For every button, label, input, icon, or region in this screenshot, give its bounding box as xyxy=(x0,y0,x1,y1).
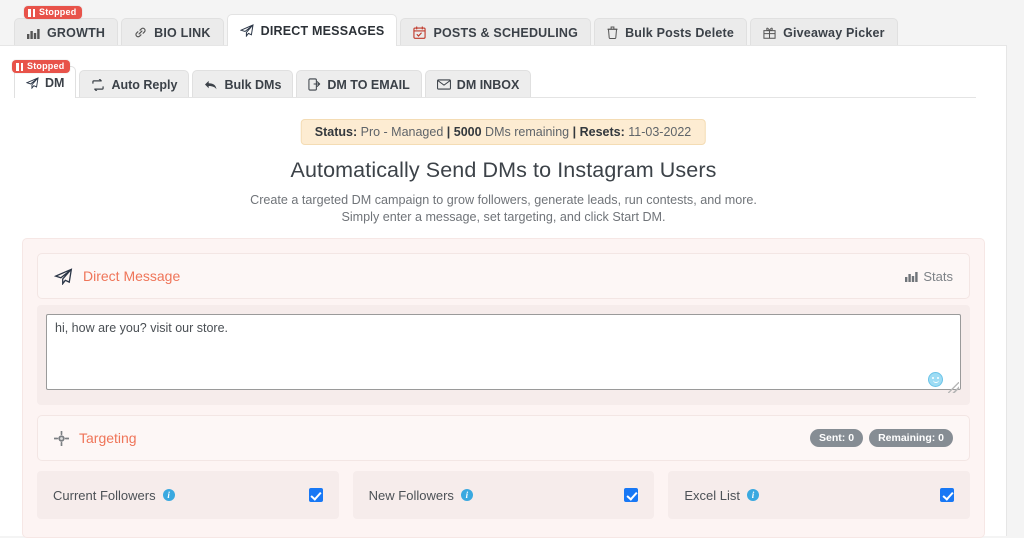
trash-icon xyxy=(607,26,618,39)
info-icon[interactable]: i xyxy=(162,489,175,501)
stats-button-label: Stats xyxy=(923,268,953,284)
reply-all-icon xyxy=(204,79,218,91)
option-new-followers-label: New Followers xyxy=(368,487,454,503)
info-icon[interactable]: i xyxy=(746,489,759,501)
message-editor xyxy=(37,305,970,405)
paper-plane-icon xyxy=(239,24,254,37)
mobile-share-icon xyxy=(308,78,321,91)
stopped-badge-sub-label: Stopped xyxy=(27,61,65,71)
page-heading: Automatically Send DMs to Instagram User… xyxy=(0,158,1007,226)
tab-posts-scheduling[interactable]: POSTS & SCHEDULING xyxy=(400,18,592,46)
status-plan: Pro - Managed xyxy=(360,125,444,139)
tab-bio-link[interactable]: BIO LINK xyxy=(121,18,224,46)
smiley-icon[interactable] xyxy=(928,372,943,387)
envelope-icon xyxy=(436,79,451,90)
paper-plane-icon xyxy=(54,267,73,285)
sub-tabs: DM Auto Reply Bulk DMs DM TO EMAIL DM IN xyxy=(14,66,534,98)
pause-icon xyxy=(16,62,23,71)
option-current-followers[interactable]: Current Followers i xyxy=(37,471,339,519)
status-separator-1: | xyxy=(446,125,451,139)
subtab-auto-reply[interactable]: Auto Reply xyxy=(79,70,190,98)
tab-giveaway-picker-label: Giveaway Picker xyxy=(783,25,885,40)
option-excel-list-checkbox[interactable] xyxy=(940,488,955,502)
tab-bio-link-label: BIO LINK xyxy=(154,25,211,40)
option-excel-list-label: Excel List xyxy=(684,487,740,503)
subtab-bulk-dms-label: Bulk DMs xyxy=(224,77,282,92)
tab-direct-messages-label: DIRECT MESSAGES xyxy=(260,23,385,38)
option-new-followers-checkbox[interactable] xyxy=(624,488,639,502)
status-resets-date: 11-03-2022 xyxy=(628,125,692,139)
status-label: Status: xyxy=(314,125,358,139)
tab-growth[interactable]: GROWTH xyxy=(14,18,119,46)
tab-posts-scheduling-label: POSTS & SCHEDULING xyxy=(433,25,579,40)
subtab-bulk-dms[interactable]: Bulk DMs xyxy=(192,70,294,98)
status-resets-label: Resets: xyxy=(579,125,625,139)
retweet-icon xyxy=(91,78,105,91)
page-subtitle-line-2: Simply enter a message, set targeting, a… xyxy=(341,210,666,224)
page-subtitle-line-1: Create a targeted DM campaign to grow fo… xyxy=(250,193,757,207)
message-input[interactable] xyxy=(46,314,961,390)
direct-message-title: Direct Message xyxy=(83,268,181,284)
subtab-divider xyxy=(14,97,976,98)
content-container: Stopped DM Auto Reply Bulk DMs DM TO EMA… xyxy=(0,45,1007,538)
info-icon[interactable]: i xyxy=(460,489,473,501)
status-separator-2: | xyxy=(572,125,577,139)
status-badge: Status: Pro - Managed | 5000 DMs remaini… xyxy=(300,119,706,145)
tab-bulk-posts-delete-label: Bulk Posts Delete xyxy=(625,25,735,40)
crosshair-icon xyxy=(54,430,69,446)
link-icon xyxy=(134,26,147,39)
option-current-followers-checkbox[interactable] xyxy=(308,488,323,502)
stopped-badge-sub: Stopped xyxy=(12,60,71,73)
targeting-title: Targeting xyxy=(79,430,137,446)
option-current-followers-label: Current Followers xyxy=(53,487,156,503)
primary-tab-bar: Stopped GROWTH BIO LINK DIRECT MESSAGES xyxy=(0,0,1024,46)
paper-plane-icon xyxy=(26,76,39,89)
pause-icon xyxy=(28,8,35,17)
targeting-header: Targeting Sent: 0 Remaining: 0 xyxy=(37,415,970,461)
stats-button[interactable]: Stats xyxy=(905,269,953,284)
sent-badge: Sent: 0 xyxy=(810,429,864,447)
subtab-dm-to-email-label: DM TO EMAIL xyxy=(327,77,410,92)
subtab-dm-label: DM xyxy=(45,75,65,90)
remaining-badge: Remaining: 0 xyxy=(869,429,953,447)
tab-giveaway-picker[interactable]: Giveaway Picker xyxy=(750,18,898,46)
bar-chart-icon xyxy=(905,270,918,282)
primary-tabs: GROWTH BIO LINK DIRECT MESSAGES POSTS & … xyxy=(14,14,901,46)
direct-message-header: Direct Message Stats xyxy=(37,253,970,299)
tab-growth-label: GROWTH xyxy=(47,25,106,40)
subtab-dm-to-email[interactable]: DM TO EMAIL xyxy=(296,70,422,98)
subtab-dm-inbox-label: DM INBOX xyxy=(456,77,520,92)
dm-campaign-card: Direct Message Stats Targeting xyxy=(22,238,985,538)
option-excel-list[interactable]: Excel List i xyxy=(668,471,971,519)
targeting-counters: Sent: 0 Remaining: 0 xyxy=(810,429,953,447)
gift-icon xyxy=(763,26,776,39)
status-dm-count: 5000 xyxy=(453,125,482,139)
option-new-followers[interactable]: New Followers i xyxy=(352,471,655,519)
tab-bulk-posts-delete[interactable]: Bulk Posts Delete xyxy=(594,18,748,46)
subtab-auto-reply-label: Auto Reply xyxy=(111,77,178,92)
stopped-badge-label: Stopped xyxy=(39,7,77,17)
calendar-icon xyxy=(413,26,427,39)
status-dm-text: DMs remaining xyxy=(485,125,570,139)
stopped-badge-primary: Stopped xyxy=(24,6,83,19)
subtab-dm-inbox[interactable]: DM INBOX xyxy=(424,70,532,98)
page-title: Automatically Send DMs to Instagram User… xyxy=(290,158,717,182)
bar-chart-icon xyxy=(27,27,40,39)
tab-direct-messages[interactable]: DIRECT MESSAGES xyxy=(226,14,398,46)
targeting-options: Current Followers i New Followers i Exce… xyxy=(37,471,971,519)
